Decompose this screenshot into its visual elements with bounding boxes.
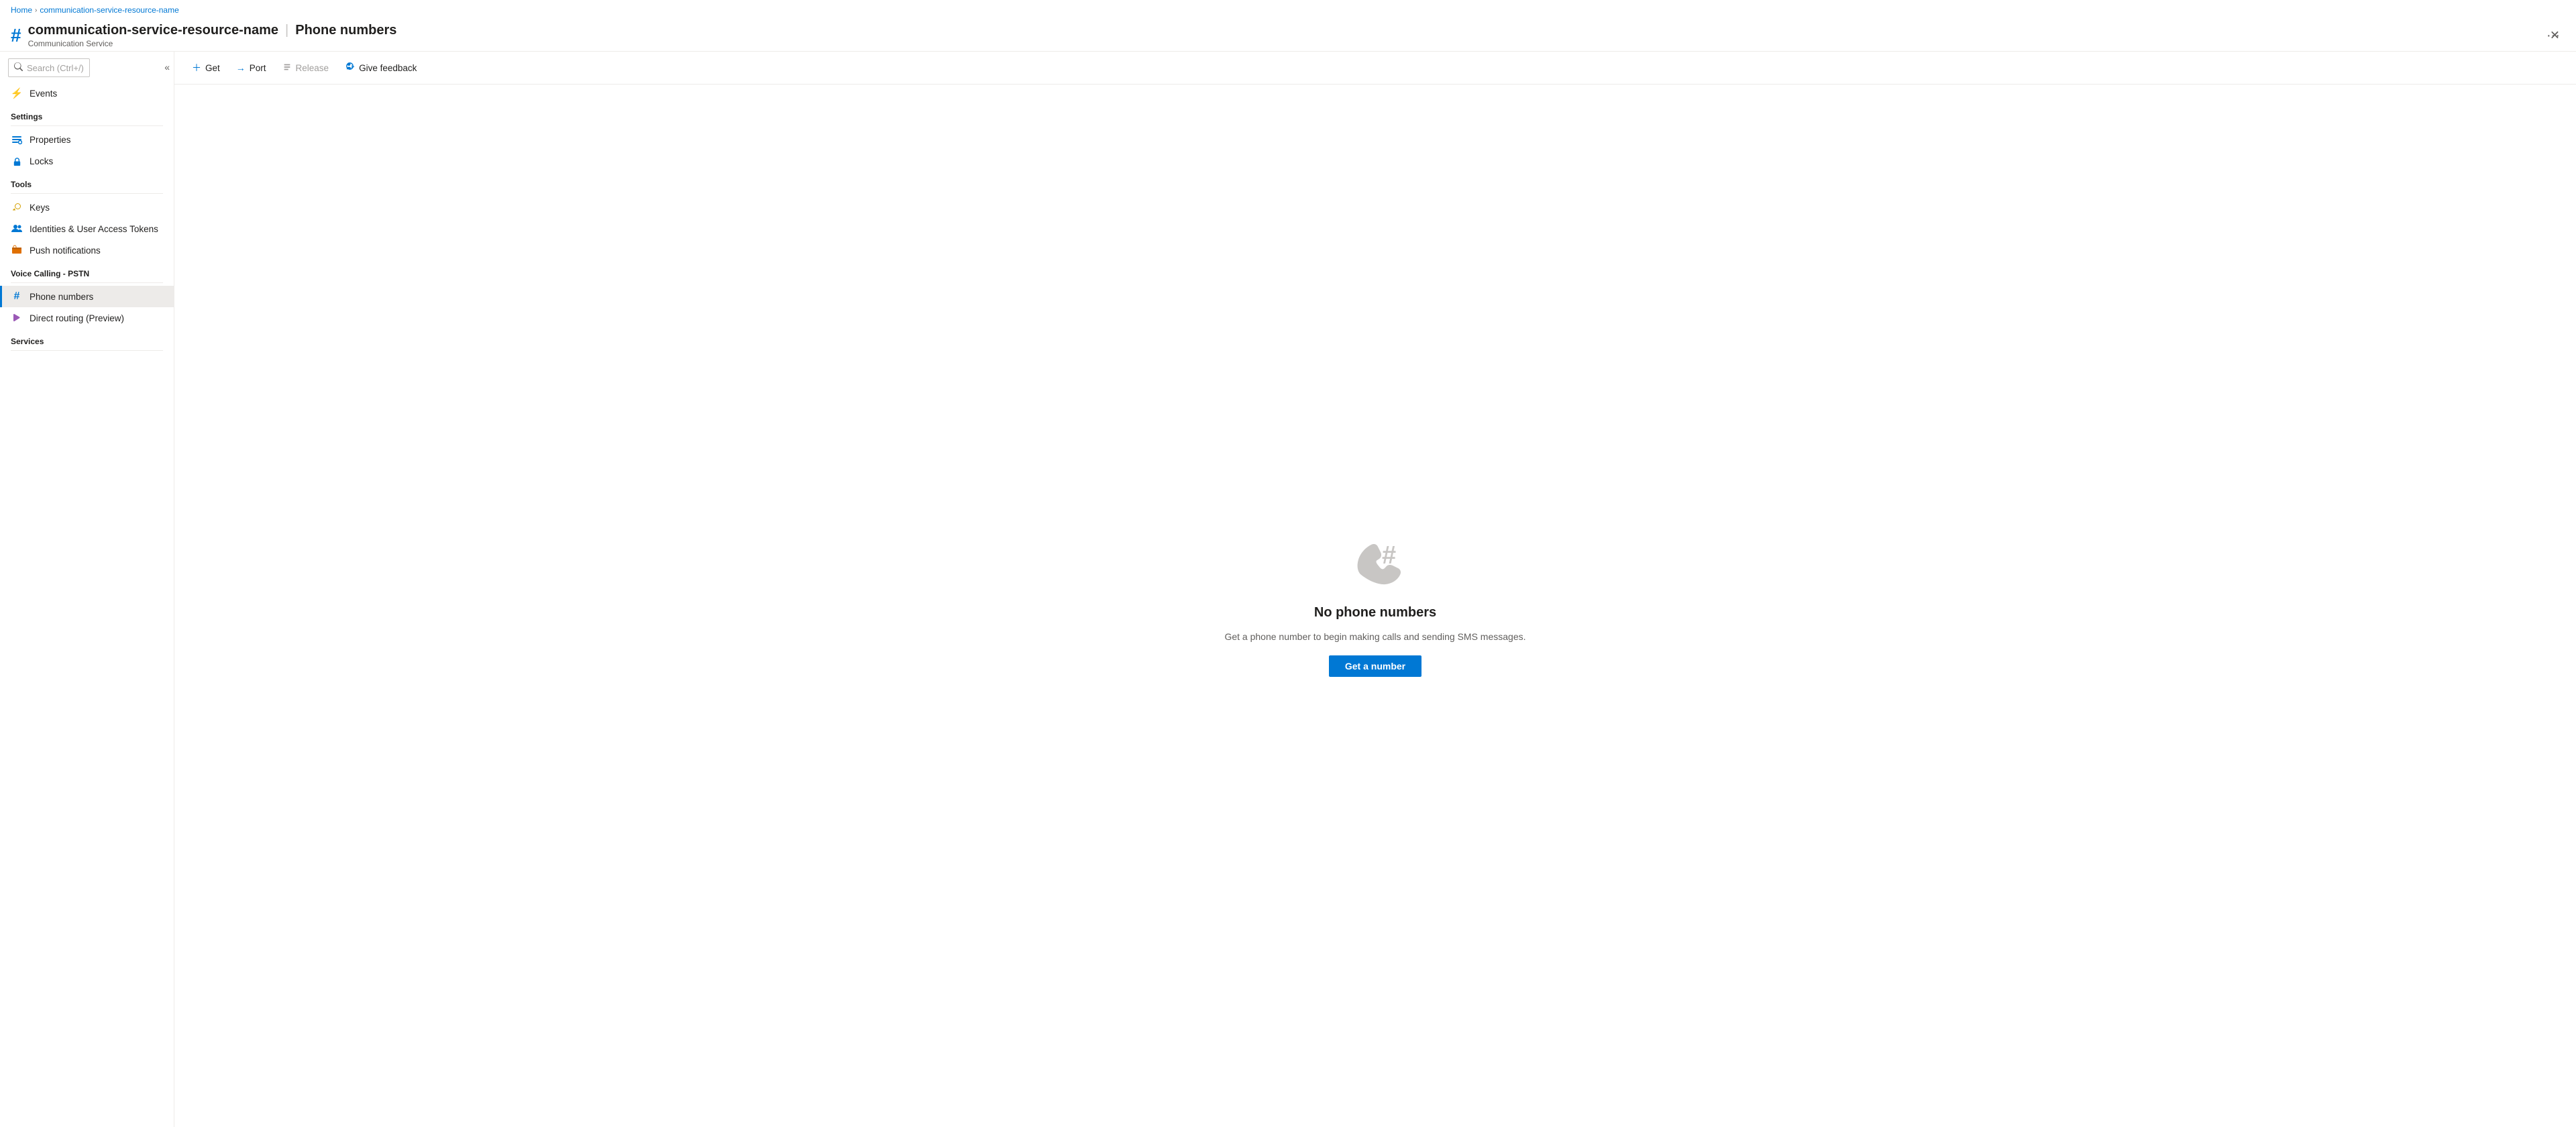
body-layout: Search (Ctrl+/) « ⚡ Events Settings Prop… <box>0 52 2576 1127</box>
main-content: ＋ Get → Port Release <box>174 52 2576 1127</box>
properties-icon <box>11 133 23 146</box>
collapse-sidebar-button[interactable]: « <box>160 59 174 75</box>
sidebar: Search (Ctrl+/) « ⚡ Events Settings Prop… <box>0 52 174 1127</box>
feedback-button[interactable]: Give feedback <box>338 58 423 78</box>
empty-state: # No phone numbers Get a phone number to… <box>174 85 2576 1127</box>
settings-divider <box>11 125 163 126</box>
page-title: communication-service-resource-name | Ph… <box>28 23 2541 38</box>
identities-icon <box>11 223 23 235</box>
voice-divider <box>11 282 163 283</box>
sidebar-item-label: Locks <box>30 156 53 166</box>
empty-state-title: No phone numbers <box>1314 605 1436 621</box>
title-bar: # communication-service-resource-name | … <box>0 20 2576 52</box>
empty-state-icon: # <box>1348 535 1402 589</box>
get-label: Get <box>205 63 220 73</box>
search-placeholder: Search (Ctrl+/) <box>27 63 84 73</box>
feedback-icon <box>345 62 355 74</box>
phone-hash-graphic: # <box>1348 535 1402 589</box>
sidebar-item-label: Push notifications <box>30 246 101 256</box>
close-button[interactable]: ✕ <box>2544 26 2565 46</box>
locks-icon <box>11 155 23 167</box>
sidebar-item-push[interactable]: Push notifications <box>0 239 174 261</box>
sidebar-item-label: Properties <box>30 135 71 145</box>
breadcrumb: Home › communication-service-resource-na… <box>0 0 2576 20</box>
get-icon: ＋ <box>192 61 201 74</box>
phone-numbers-icon: # <box>11 290 23 303</box>
push-icon <box>11 244 23 256</box>
feedback-label: Give feedback <box>359 63 417 73</box>
sidebar-item-identities[interactable]: Identities & User Access Tokens <box>0 218 174 239</box>
sidebar-item-label: Events <box>30 89 57 99</box>
resource-name: communication-service-resource-name <box>28 23 278 38</box>
empty-state-subtitle: Get a phone number to begin making calls… <box>1224 631 1525 642</box>
sidebar-item-keys[interactable]: Keys <box>0 197 174 218</box>
breadcrumb-separator: › <box>35 7 37 14</box>
svg-text:#: # <box>1382 541 1396 570</box>
port-button[interactable]: → Port <box>229 58 273 77</box>
keys-icon <box>11 201 23 213</box>
page-name: Phone numbers <box>295 23 396 38</box>
release-button[interactable]: Release <box>276 58 336 78</box>
get-button[interactable]: ＋ Get <box>185 57 227 78</box>
sidebar-item-direct-routing[interactable]: Direct routing (Preview) <box>0 307 174 329</box>
sidebar-item-locks[interactable]: Locks <box>0 150 174 172</box>
voice-section-label: Voice Calling - PSTN <box>0 261 174 281</box>
title-divider: | <box>285 23 288 38</box>
release-icon <box>282 62 292 74</box>
title-block: communication-service-resource-name | Ph… <box>28 23 2541 48</box>
resource-type: Communication Service <box>28 39 2541 48</box>
port-icon: → <box>236 62 246 73</box>
settings-section-label: Settings <box>0 104 174 124</box>
breadcrumb-home[interactable]: Home <box>11 5 32 15</box>
port-label: Port <box>250 63 266 73</box>
tools-divider <box>11 193 163 194</box>
breadcrumb-resource[interactable]: communication-service-resource-name <box>40 5 178 15</box>
services-section-label: Services <box>0 329 174 349</box>
direct-routing-icon <box>11 312 23 324</box>
resource-icon: # <box>11 26 21 45</box>
sidebar-item-label: Phone numbers <box>30 292 93 302</box>
sidebar-item-phone-numbers[interactable]: # Phone numbers <box>0 286 174 307</box>
sidebar-item-properties[interactable]: Properties <box>0 129 174 150</box>
toolbar: ＋ Get → Port Release <box>174 52 2576 85</box>
search-icon <box>14 62 23 73</box>
search-bar[interactable]: Search (Ctrl+/) <box>8 58 90 77</box>
sidebar-item-label: Keys <box>30 203 50 213</box>
sidebar-item-label: Identities & User Access Tokens <box>30 224 158 234</box>
services-divider <box>11 350 163 351</box>
events-icon: ⚡ <box>11 87 23 99</box>
sidebar-item-label: Direct routing (Preview) <box>30 313 124 323</box>
tools-section-label: Tools <box>0 172 174 192</box>
get-number-button[interactable]: Get a number <box>1329 655 1421 677</box>
sidebar-item-events[interactable]: ⚡ Events <box>0 83 174 104</box>
release-label: Release <box>296 63 329 73</box>
